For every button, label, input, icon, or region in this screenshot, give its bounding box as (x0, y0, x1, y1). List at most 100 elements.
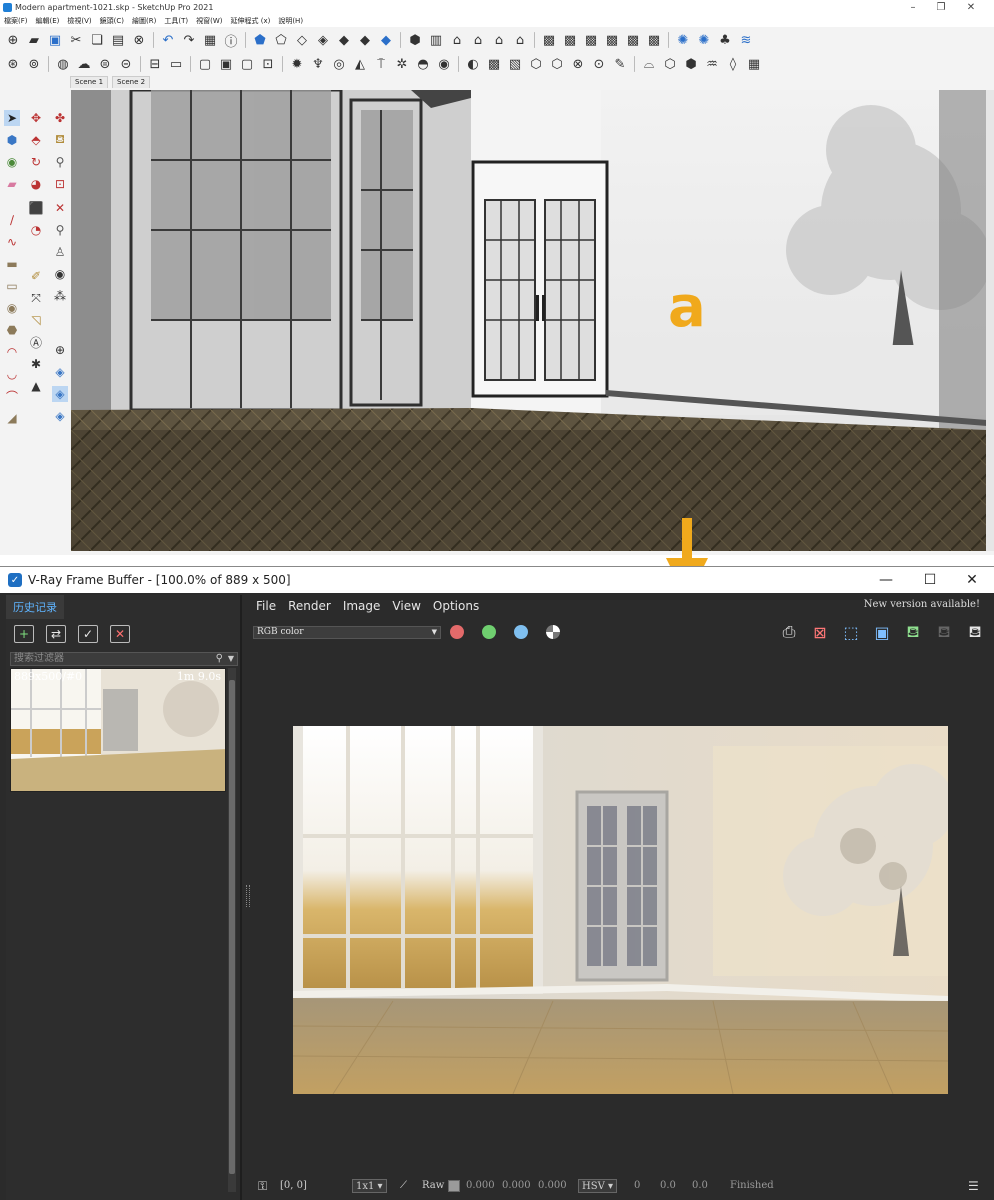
vray-dome-light-icon[interactable]: ◓ (414, 55, 432, 73)
zoom-window-icon[interactable]: ⊡ (52, 176, 68, 192)
back-view-icon[interactable]: ⌂ (490, 31, 508, 49)
vray-proxy-icon[interactable]: ◐ (464, 55, 482, 73)
minimize-icon[interactable]: – (900, 0, 926, 14)
vray-scatter-icon[interactable]: ⊗ (569, 55, 587, 73)
arc-icon[interactable]: ◠ (4, 344, 20, 360)
cut-icon[interactable]: ✂ (67, 31, 85, 49)
line-icon[interactable]: ∕ (4, 212, 20, 228)
vray-plane-icon[interactable]: ⊝ (117, 55, 135, 73)
menu-camera[interactable]: 鏡頭(C) (96, 16, 128, 26)
log-icon[interactable]: ☰ (968, 1179, 979, 1193)
xray-style-icon[interactable]: ⬟ (251, 31, 269, 49)
menu-draw[interactable]: 繪圖(R) (128, 16, 160, 26)
vray-frame-buffer-icon[interactable]: ▩ (624, 31, 642, 49)
chevron-down-icon[interactable]: ▼ (228, 653, 234, 665)
sandbox-icon[interactable]: ⊛ (4, 55, 22, 73)
vray-sphere-light-icon[interactable]: ◎ (330, 55, 348, 73)
save-to-history-icon[interactable]: + (14, 625, 34, 643)
push-pull-icon[interactable]: ⬘ (28, 132, 44, 148)
active-tool-icon[interactable]: ◈ (52, 386, 68, 402)
section-plane-icon[interactable]: ⊟ (146, 55, 164, 73)
viewport-side-handle[interactable] (986, 90, 994, 551)
restore-icon[interactable]: ❐ (928, 0, 954, 14)
move-icon[interactable]: ✥ (28, 110, 44, 126)
menu-options[interactable]: Options (427, 599, 485, 613)
paste-icon[interactable]: ▤ (109, 31, 127, 49)
model-info-icon[interactable]: ⓘ (222, 31, 240, 50)
eraser-icon[interactable]: ▰ (4, 176, 20, 192)
save-icon[interactable]: ▣ (46, 31, 64, 49)
vray-spot-light-icon[interactable]: ◭ (351, 55, 369, 73)
zoom-icon[interactable]: ⚲ (52, 154, 68, 170)
vray-sphere-icon[interactable]: ◍ (54, 55, 72, 73)
axes-icon[interactable]: ⊕ (52, 342, 68, 358)
vray-grid-icon[interactable]: ▦ (745, 55, 763, 73)
copy-icon[interactable]: ❏ (88, 31, 106, 49)
menu-edit[interactable]: 編輯(E) (32, 16, 64, 26)
freehand-icon[interactable]: ∿ (4, 234, 20, 250)
three-point-arc-icon[interactable]: ⌒ (4, 388, 20, 404)
vray-rect-light-icon[interactable]: ⍑ (372, 55, 390, 73)
history-tab[interactable]: 历史记录 (6, 595, 64, 619)
dimension-icon[interactable]: ⤧ (28, 290, 44, 306)
vray-interactive-icon[interactable]: ▩ (582, 31, 600, 49)
zoom-select[interactable]: 1x1 ▾ (352, 1179, 387, 1193)
new-version-notice[interactable]: New version available! (864, 599, 980, 610)
vray-mesh-export-icon[interactable]: ⬡ (527, 55, 545, 73)
scrollbar-thumb[interactable] (229, 680, 235, 1174)
menu-file[interactable]: File (250, 599, 282, 613)
previous-view-icon[interactable]: ⚲ (52, 222, 68, 238)
save-image-icon[interactable]: ⎙ (778, 621, 800, 643)
render-icon[interactable]: ⛾ (964, 621, 986, 643)
menu-view[interactable]: View (386, 599, 426, 613)
vray-light-gen-icon[interactable]: ✺ (674, 31, 692, 49)
remove-history-icon[interactable]: ✕ (110, 625, 130, 643)
two-point-arc-icon[interactable]: ◡ (4, 366, 20, 382)
zoom-extents-icon[interactable]: ✕ (52, 200, 68, 216)
render-image[interactable] (293, 726, 948, 1094)
lock-coordinates-icon[interactable]: ⚿ (258, 1179, 267, 1193)
vray-clipper-icon[interactable]: ▧ (506, 55, 524, 73)
vray-edit-icon[interactable]: ✎ (611, 55, 629, 73)
display-fill-icon[interactable]: ▢ (238, 55, 256, 73)
vray-infinite-plane-icon[interactable]: ▩ (485, 55, 503, 73)
front-view-icon[interactable]: ⌂ (448, 31, 466, 49)
display-section-icon[interactable]: ▢ (196, 55, 214, 73)
top-view-icon[interactable]: ▥ (427, 31, 445, 49)
right-view-icon[interactable]: ⌂ (469, 31, 487, 49)
follow-me-icon[interactable]: ◕ (28, 176, 44, 192)
vray-batch-icon[interactable]: ▩ (645, 31, 663, 49)
open-folder-icon[interactable]: ▰ (25, 31, 43, 49)
3d-text-icon[interactable]: ✱ (28, 356, 44, 372)
menu-view[interactable]: 檢視(V) (63, 16, 95, 26)
close-icon[interactable]: ✕ (950, 567, 994, 593)
sandbox-alt-icon[interactable]: ⊚ (25, 55, 43, 73)
vray-cube-icon[interactable]: ⬢ (682, 55, 700, 73)
offset-icon[interactable]: ◔ (28, 222, 44, 238)
menu-file[interactable]: 檔案(F) (0, 16, 32, 26)
maximize-icon[interactable]: ☐ (908, 567, 952, 593)
select-arrow-icon[interactable]: ➤ (4, 110, 20, 126)
vray-cloud-icon[interactable]: ▩ (603, 31, 621, 49)
vray-enmesh-icon[interactable]: ⌓ (640, 55, 658, 73)
paint-icon[interactable]: ◉ (4, 154, 20, 170)
minimize-icon[interactable]: — (864, 567, 908, 593)
redo-icon[interactable]: ↷ (180, 31, 198, 49)
protractor-icon[interactable]: ◹ (28, 312, 44, 328)
left-view-icon[interactable]: ⌂ (511, 31, 529, 49)
section-plane-tool-icon[interactable]: ◈ (52, 364, 68, 380)
look-around-icon[interactable]: ◉ (52, 266, 68, 282)
orbit-icon[interactable]: ✤ (52, 110, 68, 126)
color-space-select[interactable]: HSV ▾ (578, 1179, 617, 1193)
undo-icon[interactable]: ↶ (159, 31, 177, 49)
render-interactive-icon[interactable]: ⛾ (902, 621, 924, 643)
component-icon[interactable]: ⬢ (4, 132, 20, 148)
triangle-tool-icon[interactable]: ▲ (28, 378, 44, 394)
channel-select[interactable]: RGB color ▼ (253, 626, 441, 639)
display-cut-icon[interactable]: ▣ (217, 55, 235, 73)
region-render-icon[interactable]: ⬚ (840, 621, 862, 643)
hidden-line-style-icon[interactable]: ◈ (314, 31, 332, 49)
vray-mesh-light-icon[interactable]: ◉ (435, 55, 453, 73)
vray-box-icon[interactable]: ⬡ (661, 55, 679, 73)
vray-decal-icon[interactable]: ⊙ (590, 55, 608, 73)
